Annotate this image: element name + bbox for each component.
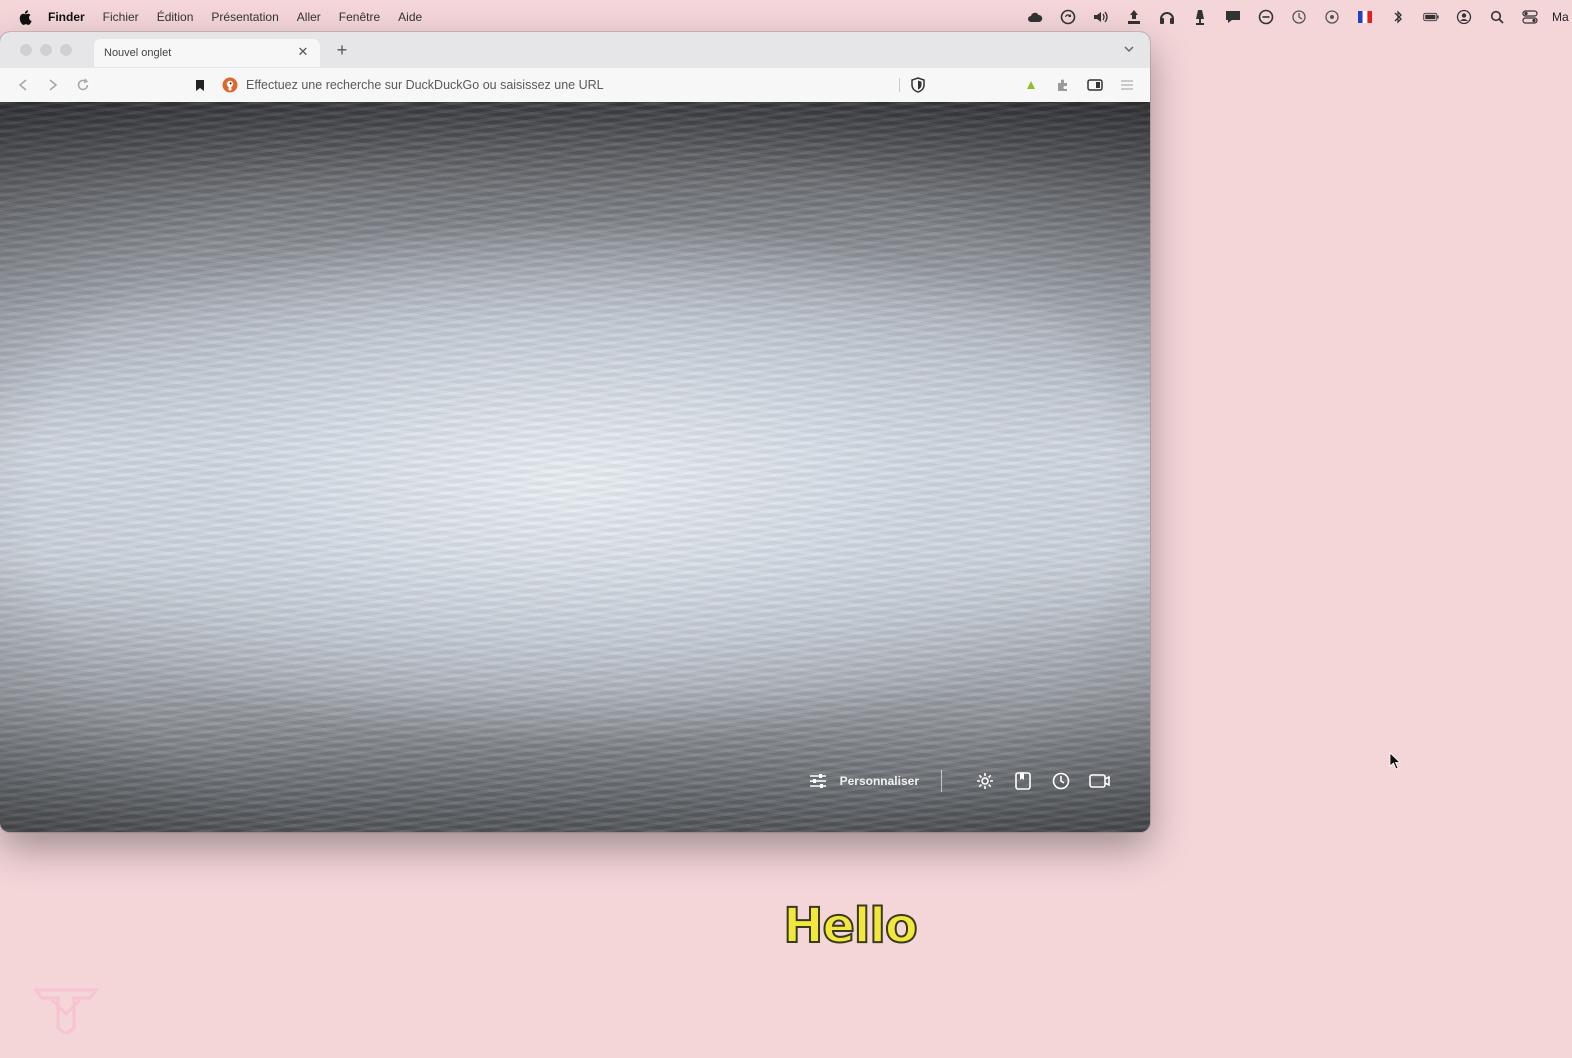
background-vignette (0, 102, 1150, 832)
window-controls (20, 44, 80, 56)
menu-edition[interactable]: Édition (157, 10, 194, 24)
sync-icon[interactable] (1060, 9, 1076, 25)
status-area: Ma (1010, 0, 1572, 34)
battery-icon[interactable] (1423, 10, 1439, 24)
menu-bar: Finder Fichier Édition Présentation Alle… (0, 0, 1572, 34)
menu-aller[interactable]: Aller (297, 10, 321, 24)
volume-icon[interactable] (1093, 10, 1109, 24)
tab-new-tab[interactable]: Nouvel onglet ✕ (94, 39, 320, 67)
chevron-down-icon[interactable] (1122, 42, 1136, 56)
reload-button[interactable] (74, 76, 92, 94)
flag-fr-icon[interactable] (1357, 10, 1373, 24)
upload-icon[interactable] (1126, 10, 1142, 24)
tab-close-icon[interactable]: ✕ (296, 44, 310, 59)
sidebar-icon[interactable] (1086, 76, 1104, 94)
menu-app-finder[interactable]: Finder (48, 10, 85, 24)
minimize-window-button[interactable] (40, 44, 52, 56)
bookmark-icon[interactable] (192, 77, 208, 93)
new-tab-bottom-toolbar: Personnaliser (808, 770, 1110, 792)
mouse-cursor-icon (1389, 752, 1401, 770)
bookmarks-panel-icon[interactable] (1012, 770, 1034, 792)
tabs-overview-icon[interactable] (1088, 770, 1110, 792)
settings-gear-icon[interactable] (974, 770, 996, 792)
sliders-icon (809, 774, 826, 788)
duckduckgo-icon (222, 77, 238, 93)
tab-title: Nouvel onglet (104, 47, 172, 59)
browser-toolbar (0, 68, 1150, 103)
menu-aide[interactable]: Aide (398, 10, 422, 24)
new-tab-page: Personnaliser (0, 102, 1150, 832)
lamp-icon[interactable] (1192, 10, 1208, 25)
control-center-icon[interactable] (1522, 10, 1538, 24)
speech-bubble-icon[interactable] (1225, 10, 1241, 24)
puzzle-icon[interactable] (1054, 76, 1072, 94)
record-icon[interactable] (1324, 10, 1340, 24)
video-caption: Hello (782, 897, 919, 955)
time-machine-icon[interactable] (1291, 10, 1307, 24)
search-icon[interactable] (1489, 10, 1505, 24)
url-bar[interactable] (216, 72, 936, 98)
apple-icon[interactable] (18, 9, 34, 25)
extension-icon[interactable] (1022, 76, 1040, 94)
shield-icon[interactable] (910, 77, 926, 93)
url-bar-divider (899, 78, 900, 92)
bottom-toolbar-divider (941, 770, 942, 792)
menubar-clock[interactable]: Ma (1552, 10, 1572, 24)
watermark-logo-icon (34, 988, 98, 1034)
tab-strip: Nouvel onglet ✕ + (0, 32, 1150, 68)
url-input[interactable] (244, 77, 878, 93)
menu-icon[interactable] (1118, 76, 1136, 94)
close-window-button[interactable] (20, 44, 32, 56)
customize-button[interactable]: Personnaliser (808, 772, 919, 790)
zoom-window-button[interactable] (60, 44, 72, 56)
menu-fenetre[interactable]: Fenêtre (339, 10, 380, 24)
back-button[interactable] (14, 76, 32, 94)
user-icon[interactable] (1456, 9, 1472, 25)
toolbar-right-icons (1008, 76, 1136, 94)
forward-button[interactable] (44, 76, 62, 94)
customize-label: Personnaliser (839, 774, 919, 788)
creative-cloud-icon[interactable] (1027, 10, 1043, 24)
menu-fichier[interactable]: Fichier (103, 10, 139, 24)
browser-window: Nouvel onglet ✕ + Personnali (0, 32, 1150, 832)
bluetooth-icon[interactable] (1390, 10, 1406, 24)
history-icon[interactable] (1050, 770, 1072, 792)
new-tab-button[interactable]: + (330, 38, 354, 62)
minus-circle-icon[interactable] (1258, 9, 1274, 25)
menu-presentation[interactable]: Présentation (211, 10, 278, 24)
headphones-icon[interactable] (1159, 10, 1175, 24)
